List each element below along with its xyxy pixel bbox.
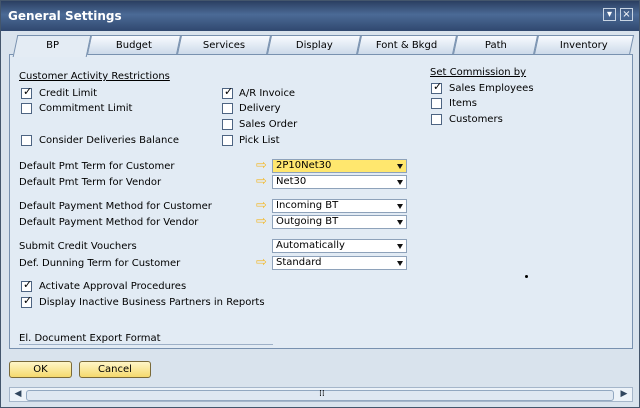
- inactive-partners-checkbox[interactable]: [21, 294, 32, 308]
- general-settings-window: General Settings ▾ × BP Budget Services …: [0, 0, 640, 408]
- tab-bp[interactable]: BP: [12, 35, 92, 57]
- payment-method-customer-select[interactable]: Incoming BT: [272, 199, 407, 213]
- bp-settings-panel: Customer Activity Restrictions Credit Li…: [9, 54, 633, 349]
- chevron-down-icon: [397, 220, 403, 225]
- approval-procedures-checkbox[interactable]: [21, 278, 32, 292]
- approval-procedures-label: Activate Approval Procedures: [39, 281, 187, 292]
- window-menu-icon[interactable]: ▾: [603, 8, 616, 21]
- dunning-term-select[interactable]: Standard: [272, 256, 407, 270]
- commitment-limit-label: Commitment Limit: [39, 103, 133, 114]
- sales-order-checkbox[interactable]: [222, 119, 233, 130]
- customers-label: Customers: [449, 114, 503, 125]
- inactive-partners-label: Display Inactive Business Partners in Re…: [39, 297, 265, 308]
- payment-method-customer-value: Incoming BT: [276, 200, 339, 211]
- credit-vouchers-select[interactable]: Automatically: [272, 239, 407, 253]
- customer-activity-restrictions-title: Customer Activity Restrictions: [19, 71, 170, 82]
- pick-list-label: Pick List: [239, 135, 280, 146]
- link-arrow-icon[interactable]: ⇨: [256, 199, 272, 212]
- grip-icon: ⁞⁞: [319, 389, 325, 399]
- horizontal-scrollbar[interactable]: ◀ ⁞⁞ ▶: [9, 387, 633, 402]
- link-arrow-icon[interactable]: ⇨: [256, 256, 272, 269]
- delivery-checkbox[interactable]: [222, 103, 233, 114]
- export-format-divider: [19, 344, 273, 345]
- pmt-term-customer-value: 2P10Net30: [276, 160, 332, 171]
- commitment-limit-checkbox[interactable]: [21, 103, 32, 114]
- sales-employees-label: Sales Employees: [449, 83, 534, 94]
- scroll-left-icon[interactable]: ◀: [11, 388, 25, 401]
- window-title: General Settings: [8, 9, 122, 23]
- chevron-down-icon: [397, 244, 403, 249]
- tab-budget[interactable]: Budget: [86, 35, 182, 55]
- chevron-down-icon: [397, 204, 403, 209]
- ar-invoice-label: A/R Invoice: [239, 88, 296, 99]
- settings-tabs: BP Budget Services Display Font & Bkgd P…: [9, 35, 635, 57]
- close-icon[interactable]: ×: [620, 8, 633, 21]
- chevron-down-icon: [397, 180, 403, 185]
- sales-order-label: Sales Order: [239, 119, 298, 130]
- customers-checkbox[interactable]: [431, 114, 442, 125]
- pick-list-checkbox[interactable]: [222, 135, 233, 146]
- cursor-dot: [525, 275, 528, 278]
- pmt-term-vendor-label: Default Pmt Term for Vendor: [19, 177, 162, 188]
- payment-method-customer-label: Default Payment Method for Customer: [19, 201, 212, 212]
- items-label: Items: [449, 98, 477, 109]
- consider-deliveries-label: Consider Deliveries Balance: [39, 135, 180, 146]
- consider-deliveries-checkbox[interactable]: [21, 135, 32, 146]
- credit-limit-checkbox[interactable]: [21, 85, 32, 99]
- pmt-term-vendor-value: Net30: [276, 176, 307, 187]
- pmt-term-vendor-select[interactable]: Net30: [272, 175, 407, 189]
- tab-inventory[interactable]: Inventory: [533, 35, 635, 55]
- dunning-term-label: Def. Dunning Term for Customer: [19, 258, 181, 269]
- link-arrow-icon[interactable]: ⇨: [256, 159, 272, 172]
- pmt-term-customer-label: Default Pmt Term for Customer: [19, 161, 175, 172]
- ok-button[interactable]: OK: [9, 361, 72, 378]
- link-arrow-icon[interactable]: ⇨: [256, 175, 272, 188]
- chevron-down-icon: [397, 164, 403, 169]
- payment-method-vendor-label: Default Payment Method for Vendor: [19, 217, 199, 228]
- credit-vouchers-value: Automatically: [276, 240, 345, 251]
- link-arrow-icon[interactable]: ⇨: [256, 215, 272, 228]
- title-bar[interactable]: General Settings ▾ ×: [1, 1, 639, 31]
- items-checkbox[interactable]: [431, 98, 442, 109]
- payment-method-vendor-select[interactable]: Outgoing BT: [272, 215, 407, 229]
- ar-invoice-checkbox[interactable]: [222, 85, 233, 99]
- tab-path[interactable]: Path: [452, 35, 539, 55]
- scroll-grip[interactable]: ⁞⁞: [26, 389, 614, 401]
- dunning-term-value: Standard: [276, 257, 322, 268]
- tab-display[interactable]: Display: [266, 35, 362, 55]
- set-commission-title: Set Commission by: [430, 67, 527, 78]
- chevron-down-icon: [397, 261, 403, 266]
- credit-vouchers-label: Submit Credit Vouchers: [19, 241, 137, 252]
- pmt-term-customer-select[interactable]: 2P10Net30: [272, 159, 407, 173]
- delivery-label: Delivery: [239, 103, 281, 114]
- cancel-button[interactable]: Cancel: [79, 361, 151, 378]
- export-format-label: El. Document Export Format: [19, 333, 161, 344]
- payment-method-vendor-value: Outgoing BT: [276, 216, 339, 227]
- tab-services[interactable]: Services: [176, 35, 272, 55]
- scroll-right-icon[interactable]: ▶: [617, 388, 631, 401]
- sales-employees-checkbox[interactable]: [431, 80, 442, 94]
- tab-font-bkgd[interactable]: Font & Bkgd: [356, 35, 458, 55]
- credit-limit-label: Credit Limit: [39, 88, 98, 99]
